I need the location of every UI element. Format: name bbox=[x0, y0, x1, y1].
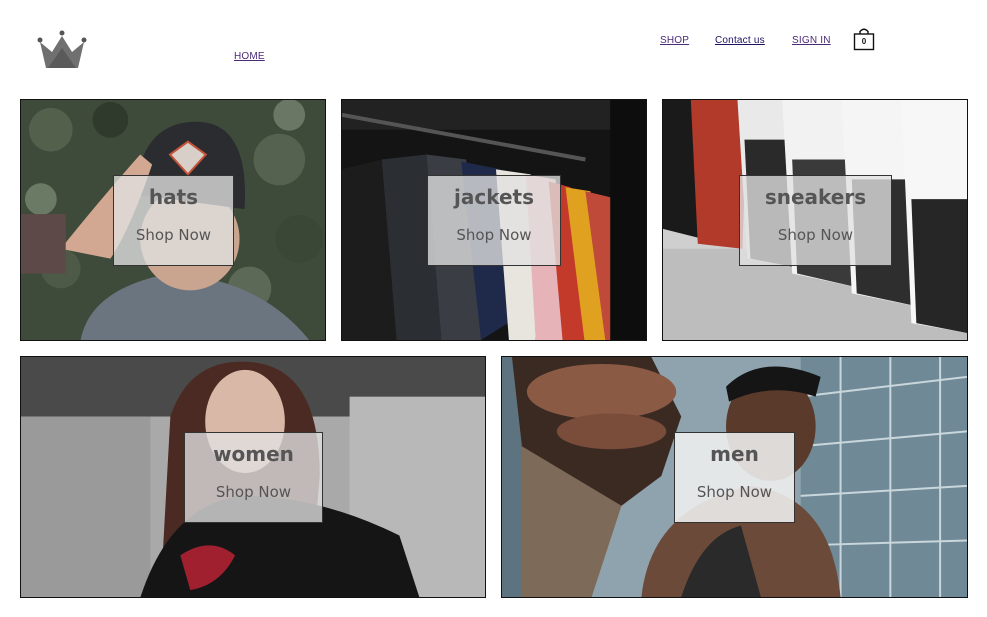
category-tile-men[interactable]: men Shop Now bbox=[501, 356, 968, 598]
category-tile-jackets[interactable]: jackets Shop Now bbox=[341, 99, 647, 341]
jackets-overlay: jackets Shop Now bbox=[427, 175, 561, 266]
crown-icon[interactable] bbox=[36, 28, 88, 70]
cart-button[interactable]: 0 bbox=[853, 27, 875, 51]
shop-now-link[interactable]: Shop Now bbox=[114, 226, 233, 244]
nav-shop-link[interactable]: SHOP bbox=[660, 35, 689, 46]
category-title: hats bbox=[148, 185, 199, 209]
category-tile-sneakers[interactable]: sneakers Shop Now bbox=[662, 99, 968, 341]
category-title: jackets bbox=[454, 185, 534, 209]
nav-contact-link[interactable]: Contact us bbox=[715, 35, 765, 46]
sneakers-overlay: sneakers Shop Now bbox=[739, 175, 892, 266]
category-title: men bbox=[710, 442, 759, 466]
shop-now-link[interactable]: Shop Now bbox=[740, 226, 891, 244]
shop-now-link[interactable]: Shop Now bbox=[428, 226, 560, 244]
women-overlay: women Shop Now bbox=[184, 432, 323, 523]
category-title: women bbox=[213, 442, 294, 466]
men-overlay: men Shop Now bbox=[674, 432, 795, 523]
shop-now-link[interactable]: Shop Now bbox=[185, 483, 322, 501]
shop-now-link[interactable]: Shop Now bbox=[675, 483, 794, 501]
category-tile-women[interactable]: women Shop Now bbox=[20, 356, 486, 598]
cart-count: 0 bbox=[861, 37, 867, 46]
category-title: sneakers bbox=[764, 185, 867, 209]
category-tile-hats[interactable]: hats Shop Now bbox=[20, 99, 326, 341]
hats-overlay: hats Shop Now bbox=[113, 175, 234, 266]
nav-sign-in-link[interactable]: SIGN IN bbox=[792, 35, 831, 46]
nav-home-link[interactable]: HOME bbox=[234, 51, 265, 62]
